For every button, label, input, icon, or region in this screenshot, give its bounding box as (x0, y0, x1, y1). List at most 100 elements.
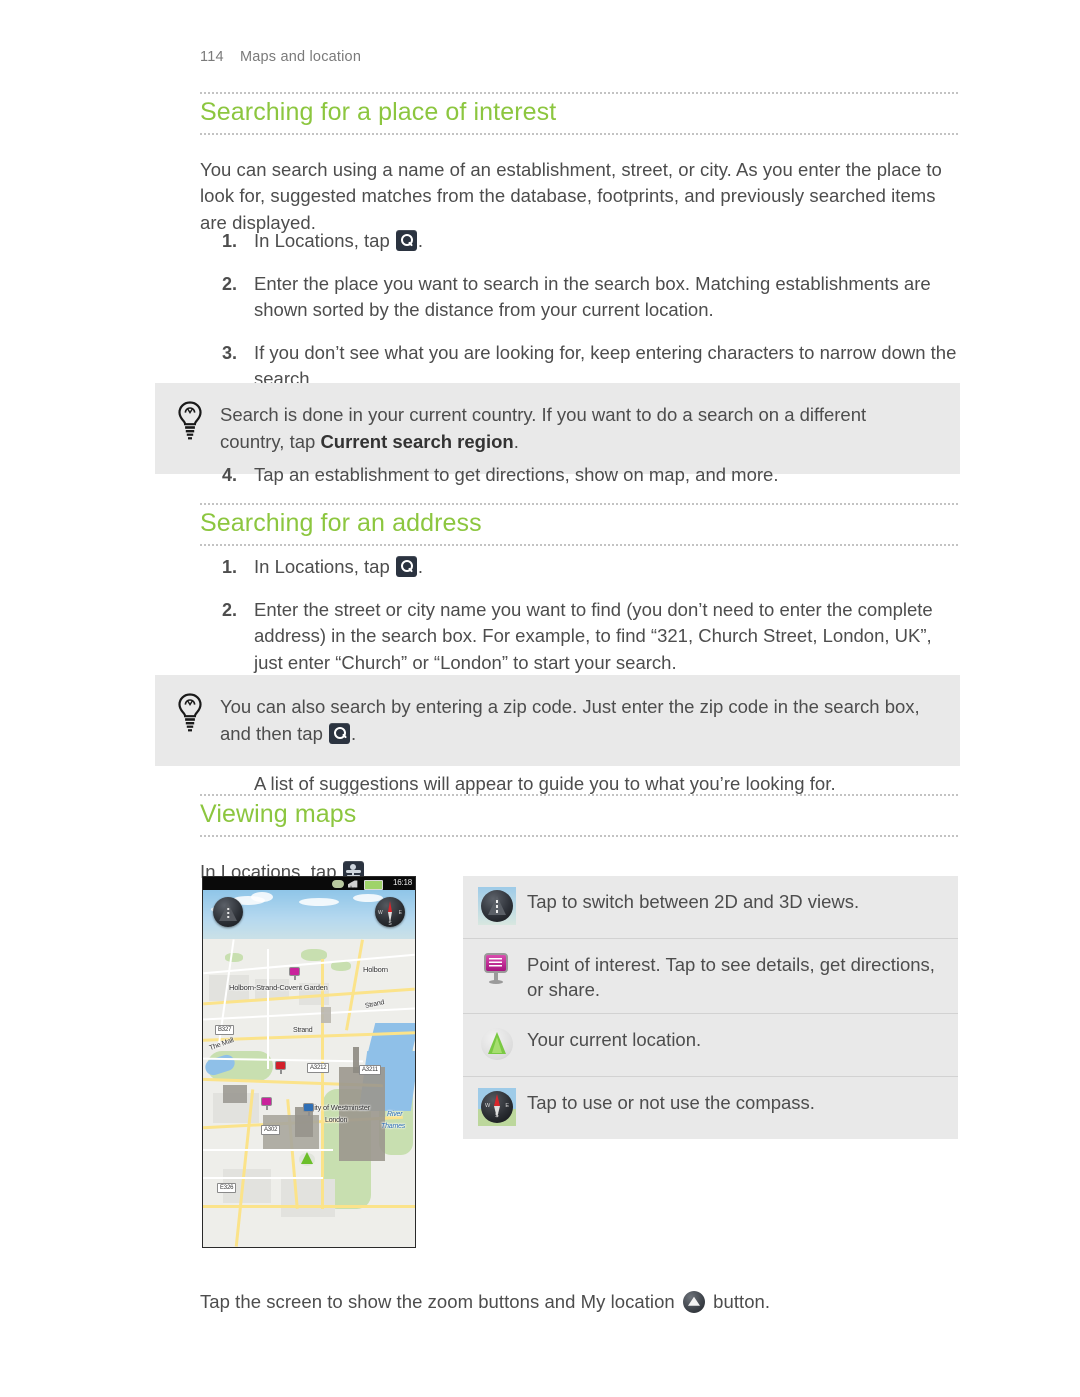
legend-text: Tap to use or not use the compass. (527, 1092, 815, 1113)
legend-row: Tap to switch between 2D and 3D views. (463, 876, 958, 938)
view-2d-3d-button[interactable] (213, 897, 243, 927)
rule-top (200, 794, 958, 796)
road-shield: A302 (261, 1125, 281, 1135)
cloud (251, 892, 273, 902)
list-item: 1. In Locations, tap . (200, 554, 960, 581)
list-number: 2. (222, 273, 238, 294)
running-head-title: Maps and location (240, 49, 362, 65)
list-item: 2. Enter the street or city name you wan… (200, 597, 960, 677)
tip-bold-term: Current search region (320, 430, 514, 452)
compass-button[interactable]: W E S (375, 897, 405, 927)
battery-icon (364, 879, 383, 890)
list-text: Enter the street or city name you want t… (254, 598, 933, 673)
park-area (225, 953, 243, 962)
poi-pin (275, 1061, 286, 1074)
poi-pin (303, 1103, 314, 1116)
intro-paragraph: You can search using a name of an establ… (200, 158, 942, 233)
building (223, 1085, 247, 1103)
road-3d-icon (478, 887, 516, 925)
poi-pin (289, 967, 300, 980)
caption-pre: Tap the screen to show the zoom buttons … (200, 1290, 680, 1312)
rule-bottom (200, 543, 958, 546)
poi-pin (261, 1097, 272, 1110)
rule-top (200, 92, 958, 94)
minor-road (203, 1007, 415, 1021)
running-head: 114 Maps and location (200, 49, 361, 65)
tip-text: Search is done in your current country. … (155, 383, 960, 474)
map-label: London (325, 1117, 348, 1124)
road-shield: B327 (215, 1025, 235, 1035)
tip-text-pre: You can also search by entering a zip co… (220, 696, 920, 744)
tip-box-search-region: Search is done in your current country. … (155, 383, 960, 474)
my-location-button-icon (682, 1290, 705, 1313)
tip-text: You can also search by entering a zip co… (155, 675, 960, 766)
tip-text-post: . (513, 430, 519, 452)
road (345, 939, 364, 1031)
list-number: 3. (222, 342, 238, 363)
list-number: 1. (222, 557, 238, 577)
list-text-post: . (417, 556, 424, 577)
list-text: If you don’t see what you are looking fo… (254, 341, 957, 390)
building (339, 1067, 385, 1161)
current-location-icon (478, 1025, 516, 1063)
rule-bottom (200, 834, 958, 837)
phone-screenshot: 16:18 Holborn Holborn-Strand-Covent Gard… (202, 876, 416, 1248)
road (321, 959, 324, 1209)
map-label: Thames (381, 1123, 406, 1130)
tip-box-zip-code: You can also search by entering a zip co… (155, 675, 960, 766)
steps-list-address: 1. In Locations, tap . 2. Enter the stre… (200, 554, 960, 676)
list-item: 4. Tap an establishment to get direction… (200, 462, 960, 489)
search-icon (395, 230, 417, 251)
map-label: Holborn (363, 965, 388, 974)
map-label: City of Westminster (309, 1103, 371, 1112)
list-text-pre: In Locations, tap (254, 230, 395, 251)
list-text: Tap an establishment to get directions, … (254, 464, 779, 485)
legend-row: W E S Tap to use or not use the compass. (463, 1076, 958, 1139)
heading-searching-for-an-address: Searching for an address (200, 509, 482, 537)
cloud (299, 898, 339, 906)
heading-viewing-maps: Viewing maps (200, 800, 357, 828)
rule-top (200, 503, 958, 505)
legend-text: Your current location. (527, 1029, 702, 1050)
legend-table: Tap to switch between 2D and 3D views. P… (463, 876, 958, 1139)
list-text-post: . (417, 230, 424, 251)
bottom-caption: Tap the screen to show the zoom buttons … (200, 1289, 960, 1316)
legend-row: Point of interest. Tap to see details, g… (463, 938, 958, 1013)
tip-text-post: . (351, 722, 357, 744)
map-label: Holborn-Strand-Covent Garden (229, 983, 328, 992)
compass-icon: W E S (478, 1088, 516, 1126)
road-shield: E326 (217, 1183, 237, 1193)
steps-list-poi-continued: 4. Tap an establishment to get direction… (200, 462, 960, 489)
map-label: River (387, 1111, 403, 1118)
section-heading-poi: Searching for a place of interest (200, 92, 958, 135)
point-of-interest-pin-icon (478, 950, 516, 988)
minor-road (267, 949, 269, 1069)
list-number: 4. (222, 465, 238, 485)
sync-icon (332, 879, 344, 888)
search-icon (329, 722, 351, 744)
rule-bottom (200, 132, 958, 135)
list-item: 2. Enter the place you want to search in… (200, 271, 960, 324)
legend-row: Your current location. (463, 1013, 958, 1076)
status-time: 16:18 (392, 878, 412, 887)
road-shield: A3212 (307, 1063, 330, 1073)
phone-status-bar: 16:18 (203, 877, 415, 890)
tip-text-pre: Search is done in your current country. … (220, 404, 867, 452)
list-number: 2. (222, 599, 238, 620)
road-shield: A3211 (359, 1065, 381, 1075)
list-number: 1. (222, 231, 238, 251)
steps-list-poi: 1. In Locations, tap . 2. Enter the plac… (200, 228, 960, 393)
map-label: Strand (293, 1027, 313, 1034)
search-icon (395, 556, 417, 577)
legend-text: Tap to switch between 2D and 3D views. (527, 891, 860, 912)
section-heading-viewing-maps: Viewing maps (200, 794, 958, 837)
legend-text: Point of interest. Tap to see details, g… (527, 954, 935, 1000)
current-location-marker (299, 1151, 315, 1167)
section-heading-address: Searching for an address (200, 503, 958, 546)
minor-road (203, 1177, 323, 1179)
city-block (281, 1179, 335, 1217)
lightbulb-icon (178, 401, 202, 440)
map-canvas: Holborn Holborn-Strand-Covent Garden Str… (203, 939, 415, 1247)
road (203, 1205, 415, 1208)
list-text: Enter the place you want to search in th… (254, 272, 931, 321)
